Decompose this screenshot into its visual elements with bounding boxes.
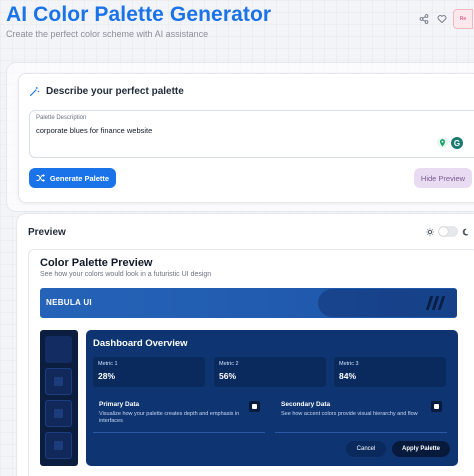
secondary-data-toggle[interactable]: [431, 401, 442, 412]
dashboard-panel: Dashboard Overview Metric 1 28% Metric 2…: [86, 330, 458, 466]
apply-palette-button[interactable]: Apply Palette: [392, 441, 450, 457]
preview-heading: Preview: [28, 227, 66, 238]
location-pin-icon[interactable]: [437, 137, 448, 148]
sidebar-item-icon: [54, 409, 63, 418]
heart-icon[interactable]: [435, 12, 449, 26]
palette-description-field[interactable]: Palette Description corporate blues for …: [29, 110, 474, 158]
cancel-button-label: Cancel: [356, 446, 376, 452]
palette-preview-subtitle: See how your colors would look in a futu…: [40, 271, 212, 278]
generate-palette-button[interactable]: Generate Palette: [29, 168, 116, 188]
cancel-button[interactable]: Cancel: [346, 441, 386, 457]
sidebar-item[interactable]: [45, 368, 72, 395]
hide-preview-button[interactable]: Hide Preview: [414, 168, 472, 188]
metric-label: Metric 2: [219, 361, 239, 367]
metric-card: Metric 2 56%: [214, 357, 326, 387]
sidebar-item-icon: [54, 441, 63, 450]
metric-label: Metric 1: [98, 361, 118, 367]
palette-description-value[interactable]: corporate blues for finance website: [36, 126, 152, 135]
shuffle-icon: [36, 174, 45, 182]
metric-card: Metric 3 84%: [334, 357, 446, 387]
describe-header: Describe your perfect palette: [29, 86, 184, 97]
primary-data-text: Visualize how your palette creates depth…: [99, 411, 240, 424]
top-actions: Re: [417, 9, 473, 29]
share-icon[interactable]: [417, 12, 431, 26]
app-title: AI Color Palette Generator: [6, 3, 272, 26]
describe-card: Describe your perfect palette Palette De…: [18, 73, 474, 203]
metric-value: 84%: [339, 371, 357, 381]
moon-icon: [462, 228, 469, 235]
preview-sidebar: [40, 330, 78, 466]
reset-button[interactable]: Re: [453, 9, 473, 29]
primary-data-toggle[interactable]: [249, 401, 260, 412]
app-subtitle: Create the perfect color scheme with AI …: [6, 29, 209, 39]
primary-data-title: Primary Data: [99, 401, 140, 408]
dashboard-title: Dashboard Overview: [93, 338, 188, 349]
palette-preview-title: Color Palette Preview: [40, 257, 153, 269]
theme-switch-knob: [439, 227, 448, 236]
metric-value: 56%: [219, 371, 237, 381]
apply-palette-label: Apply Palette: [401, 446, 440, 452]
sidebar-item[interactable]: [45, 432, 72, 459]
sidebar-item-icon: [54, 377, 63, 386]
metric-card: Metric 1 28%: [93, 357, 205, 387]
secondary-data-panel: Secondary Data See how accent colors pro…: [275, 397, 447, 433]
palette-description-label: Palette Description: [36, 115, 87, 121]
generate-palette-label: Generate Palette: [49, 173, 110, 183]
reset-button-label: Re: [459, 16, 467, 22]
theme-switch[interactable]: [438, 226, 458, 237]
field-tools: G: [437, 137, 463, 149]
sun-icon: [426, 227, 434, 236]
hide-preview-label: Hide Preview: [420, 173, 466, 183]
secondary-data-title: Secondary Data: [281, 401, 331, 408]
nebula-brand: NEBULA UI: [46, 298, 92, 307]
primary-data-panel: Primary Data Visualize how your palette …: [93, 397, 265, 433]
secondary-data-text: See how accent colors provide visual hie…: [281, 411, 418, 417]
magic-wand-icon: [29, 87, 40, 97]
metric-value: 28%: [98, 371, 116, 381]
nebula-navbar: NEBULA UI: [40, 288, 457, 318]
grammar-assistant-icon[interactable]: G: [451, 137, 463, 149]
theme-toggle[interactable]: [426, 226, 470, 237]
metric-label: Metric 3: [339, 361, 359, 367]
describe-title: Describe your perfect palette: [46, 86, 184, 97]
menu-bars-icon[interactable]: [425, 296, 446, 310]
sidebar-item[interactable]: [45, 400, 72, 427]
sidebar-item[interactable]: [45, 336, 72, 363]
